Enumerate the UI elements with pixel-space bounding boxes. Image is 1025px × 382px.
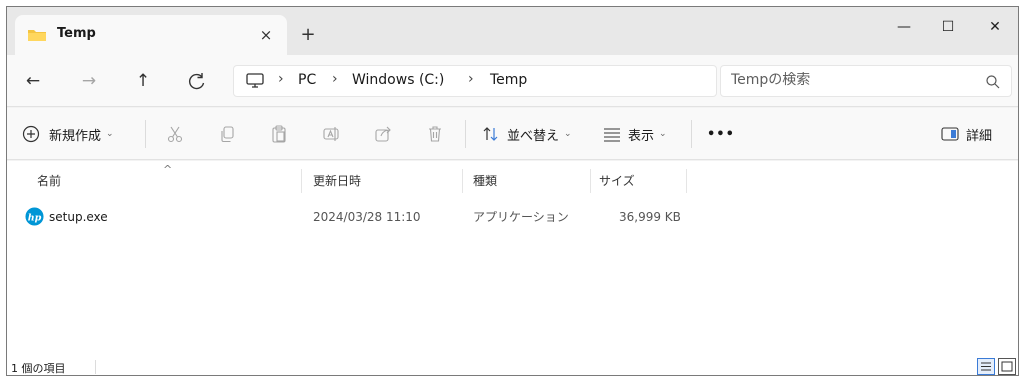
new-button-label: 新規作成 <box>49 128 102 144</box>
trash-icon[interactable] <box>425 124 445 144</box>
view-list-icon <box>604 128 620 142</box>
new-button[interactable]: 新規作成 ⌄ <box>21 122 114 146</box>
details-pane-label: 詳細 <box>966 128 993 144</box>
chevron-down-icon: ⌄ <box>659 129 667 139</box>
breadcrumb-separator: › <box>332 71 338 87</box>
more-options-button[interactable]: ••• <box>707 122 735 146</box>
sort-indicator-icon: ^ <box>163 163 173 176</box>
rename-icon[interactable] <box>321 124 341 144</box>
tab-temp[interactable]: Temp × <box>15 15 287 55</box>
forward-arrow-icon[interactable]: → <box>77 69 101 93</box>
monitor-icon <box>246 73 264 88</box>
breadcrumb-temp[interactable]: Temp <box>490 72 527 88</box>
file-name: setup.exe <box>49 210 108 224</box>
navigation-bar: ← → ↑ › PC › Windows (C:) › Temp <box>7 55 1018 107</box>
status-bar: 1 個の項目 <box>7 357 1018 375</box>
column-header-type[interactable]: 種類 <box>473 169 497 193</box>
plus-circle-icon <box>22 125 40 143</box>
file-explorer-window: Temp × + — ☐ ✕ ← → ↑ › PC › Windows (C:)… <box>6 6 1019 376</box>
file-size: 36,999 KB <box>619 210 681 224</box>
close-window-button[interactable]: ✕ <box>975 15 1015 39</box>
file-modified: 2024/03/28 11:10 <box>313 210 421 224</box>
minimize-button[interactable]: — <box>884 15 924 39</box>
column-header-name[interactable]: 名前 <box>37 169 61 193</box>
file-type: アプリケーション <box>473 210 569 224</box>
cut-icon[interactable] <box>165 124 185 144</box>
svg-text:hp: hp <box>28 212 42 223</box>
column-separator <box>462 169 463 193</box>
column-header-modified[interactable]: 更新日時 <box>313 169 361 193</box>
command-bar: 新規作成 ⌄ 並べ替え ⌄ 表示 ⌄ ••• 詳細 <box>7 108 1018 160</box>
new-tab-button[interactable]: + <box>297 24 319 46</box>
copy-icon[interactable] <box>217 124 237 144</box>
up-arrow-icon[interactable]: ↑ <box>131 69 155 93</box>
tiles-view-button[interactable] <box>998 358 1016 375</box>
tiles-view-icon <box>1001 361 1013 372</box>
sort-button[interactable]: 並べ替え ⌄ <box>481 122 572 146</box>
search-icon <box>986 75 1000 89</box>
details-view-icon <box>981 362 991 371</box>
item-count: 1 個の項目 <box>11 362 66 375</box>
folder-icon <box>28 30 46 41</box>
title-bar: Temp × + — ☐ ✕ <box>7 7 1018 55</box>
breadcrumb-pc[interactable]: PC <box>298 72 316 88</box>
back-arrow-icon[interactable]: ← <box>21 69 45 93</box>
details-pane-button[interactable]: 詳細 <box>940 122 992 146</box>
chevron-down-icon: ⌄ <box>106 129 114 139</box>
breadcrumb-separator: › <box>278 71 284 87</box>
breadcrumb-windows-c[interactable]: Windows (C:) <box>352 72 444 88</box>
divider <box>691 120 692 148</box>
tab-title: Temp <box>57 26 96 41</box>
column-separator <box>590 169 591 193</box>
divider <box>465 120 466 148</box>
column-header-size[interactable]: サイズ <box>599 169 635 193</box>
maximize-button[interactable]: ☐ <box>928 15 968 39</box>
chevron-down-icon: ⌄ <box>564 129 572 139</box>
view-button[interactable]: 表示 ⌄ <box>602 122 667 146</box>
search-box[interactable] <box>720 65 1012 97</box>
column-separator <box>686 169 687 193</box>
share-icon[interactable] <box>373 124 393 144</box>
divider <box>95 360 96 374</box>
file-list: ^ 名前 更新日時 種類 サイズ hp setup.exe 2024/03/28… <box>7 161 1018 357</box>
column-separator <box>301 169 302 193</box>
paste-icon[interactable] <box>269 124 289 144</box>
hp-app-icon: hp <box>25 207 44 226</box>
address-bar[interactable]: › PC › Windows (C:) › Temp <box>233 65 717 97</box>
view-button-label: 表示 <box>628 128 655 144</box>
tab-close-icon[interactable]: × <box>255 24 277 46</box>
sort-button-label: 並べ替え <box>507 128 560 144</box>
table-row[interactable]: hp setup.exe 2024/03/28 11:10 アプリケーション 3… <box>19 205 699 229</box>
sort-arrows-icon <box>483 127 498 141</box>
details-view-button[interactable] <box>977 358 995 375</box>
divider <box>145 120 146 148</box>
details-pane-icon <box>941 127 959 141</box>
breadcrumb-separator: › <box>468 71 474 87</box>
refresh-icon[interactable] <box>187 71 207 91</box>
search-input[interactable] <box>731 72 971 88</box>
